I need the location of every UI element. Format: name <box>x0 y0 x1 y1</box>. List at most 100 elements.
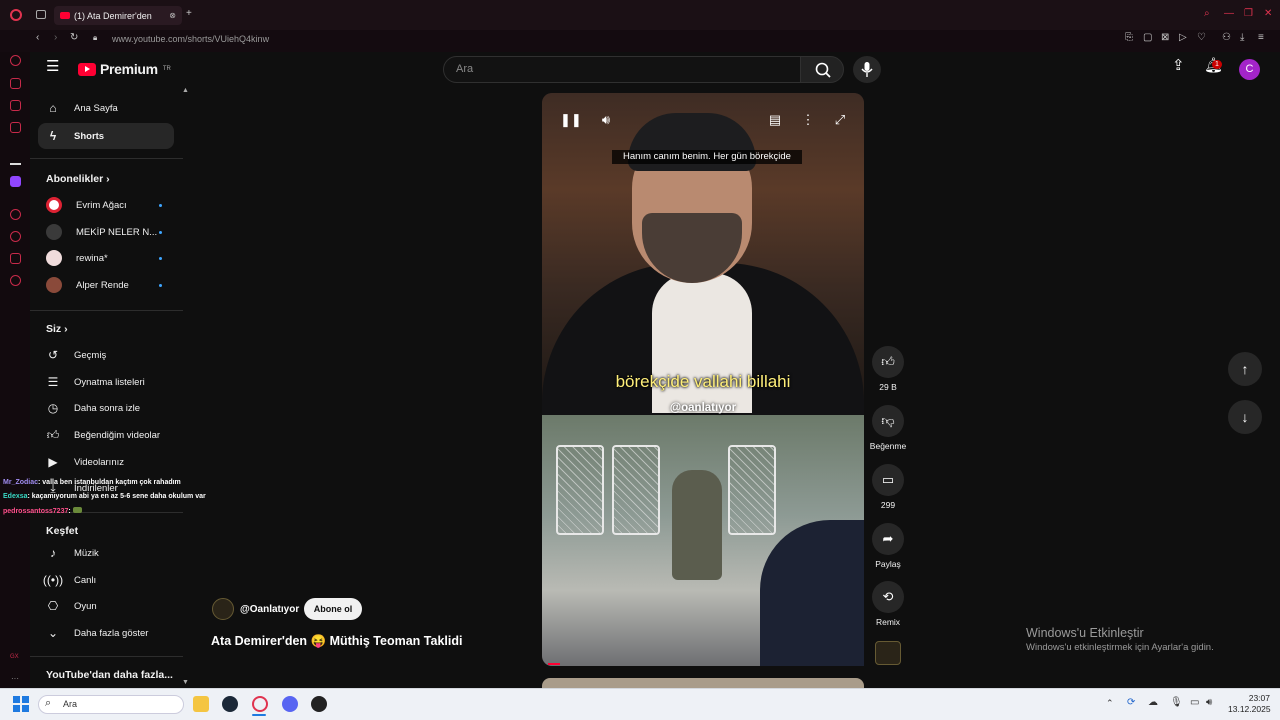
tab-search-icon[interactable]: ⌕ <box>1204 9 1210 19</box>
fullscreen-icon[interactable]: ⤢ <box>832 112 848 128</box>
sidebar-item-gaming[interactable]: ⎔ Oyun <box>38 593 174 619</box>
youtube-logo-icon <box>78 62 96 76</box>
chat-text: : <box>68 508 71 515</box>
sidebar-sub-rewina[interactable]: rewina* <box>38 245 174 271</box>
pause-icon[interactable]: ❚❚ <box>560 112 582 128</box>
thumbs-up-icon: 👍︎ <box>881 354 895 369</box>
next-short-preview[interactable] <box>542 678 864 688</box>
subscribe-button[interactable]: Abone ol <box>304 598 362 620</box>
opera-settings-icon[interactable] <box>10 275 21 286</box>
taskbar-search-input[interactable]: Ara <box>38 695 184 714</box>
adblock-icon[interactable]: ⊠ <box>1161 33 1169 43</box>
cloud-icon[interactable]: ☁ <box>1148 697 1158 708</box>
subscriptions-heading[interactable]: Abonelikler › <box>46 173 110 185</box>
minimize-icon[interactable]: — <box>1224 9 1234 19</box>
heart-icon[interactable]: ♡ <box>1197 33 1206 43</box>
display-icon[interactable]: ▭ <box>1190 697 1199 708</box>
sidebar-divider <box>30 310 183 311</box>
sidebar-item-playlists[interactable]: ☰ Oynatma listeleri <box>38 369 174 395</box>
opera-clock-icon[interactable] <box>10 231 21 242</box>
sidebar-item-liked-videos[interactable]: 👍︎ Beğendiğim videolar <box>38 422 174 448</box>
active-app-indicator <box>252 714 266 716</box>
forward-icon[interactable]: › <box>54 33 57 43</box>
remix-button[interactable]: ⟲ <box>872 581 904 613</box>
taskbar-clock[interactable]: 23:07 13.12.2025 <box>1228 693 1271 715</box>
account-icon[interactable]: ⚇ <box>1222 33 1231 43</box>
sidebar-item-home[interactable]: ⌂ Ana Sayfa <box>38 95 174 121</box>
opera-logo-icon[interactable] <box>10 9 22 21</box>
sidebar-item-music[interactable]: ♪ Müzik <box>38 540 174 566</box>
show-hidden-icons-icon[interactable]: ⌃ <box>1106 698 1114 709</box>
account-avatar[interactable]: C <box>1239 59 1260 80</box>
sidebar-item-history[interactable]: ↺ Geçmiş <box>38 342 174 368</box>
sidebar-scroll-up-icon[interactable]: ▲ <box>182 86 189 96</box>
discord-icon[interactable] <box>282 696 298 712</box>
opera-news-icon[interactable] <box>10 122 21 133</box>
volume-icon[interactable]: 🔊︎ <box>598 112 614 128</box>
sidebar-item-watch-later[interactable]: ◷ Daha sonra izle <box>38 395 174 421</box>
channel-name[interactable]: @Oanlatıyor <box>240 604 299 615</box>
search-input[interactable]: Ara <box>443 56 801 83</box>
twitch-icon[interactable] <box>10 176 21 187</box>
download-icon[interactable]: ⤓ <box>1240 33 1244 43</box>
sidebar-scroll-down-icon[interactable]: ▼ <box>182 678 189 688</box>
opera-messenger-icon[interactable] <box>10 100 21 111</box>
player-icon[interactable]: ▷ <box>1179 33 1187 43</box>
channel-avatar[interactable] <box>212 598 234 620</box>
url-field[interactable]: www.youtube.com/shorts/VUiehQ4kinw <box>112 34 269 44</box>
like-button[interactable]: 👍︎ <box>872 346 904 378</box>
opera-aria-icon[interactable] <box>10 154 21 165</box>
live-broadcast-icon: ((•)) <box>42 573 64 587</box>
sidebar-item-show-more[interactable]: ⌄ Daha fazla göster <box>38 620 174 646</box>
back-icon[interactable]: ‹ <box>36 33 39 43</box>
previous-short-button[interactable]: ↑ <box>1228 352 1262 386</box>
restore-icon[interactable]: ❐ <box>1244 9 1253 19</box>
next-short-button[interactable]: ↓ <box>1228 400 1262 434</box>
comments-button[interactable]: ▭ <box>872 464 904 496</box>
opera-wallet-icon[interactable] <box>10 78 21 89</box>
youtube-premium-logo[interactable]: Premium TR <box>78 61 171 77</box>
opera-gx-taskbar-icon[interactable] <box>252 696 268 712</box>
more-options-icon[interactable]: ⋮ <box>800 112 816 128</box>
opera-history-icon[interactable] <box>10 55 21 66</box>
sidebar-item-shorts[interactable]: ϟ Shorts <box>38 123 174 149</box>
sidebar-item-your-videos[interactable]: ▶ Videolarınız <box>38 449 174 475</box>
video-cafe-chair <box>728 445 776 535</box>
sidebar-sub-mekip[interactable]: MEKİP NELER N... <box>38 219 174 245</box>
opera-gx-icon[interactable]: GX <box>10 652 19 662</box>
opera-more-icon[interactable]: ··· <box>11 674 19 684</box>
sync-icon[interactable]: ⟳ <box>1127 697 1135 708</box>
browser-tab-active[interactable]: (1) Ata Demirer'den ⊗ <box>54 6 182 25</box>
opera-extensions-icon[interactable] <box>10 253 21 264</box>
share-button[interactable]: ➦ <box>872 523 904 555</box>
hamburger-menu-icon[interactable]: ☰ <box>46 59 59 74</box>
sidebar-item-live[interactable]: ((•)) Canlı <box>38 567 174 593</box>
snapshot-icon[interactable]: ⎘ <box>1125 33 1133 43</box>
close-window-icon[interactable]: ✕ <box>1264 9 1272 19</box>
video-progress-bar[interactable] <box>548 663 560 665</box>
tab-snap-icon[interactable]: ▢ <box>1143 33 1152 43</box>
menu-icon[interactable]: ≡ <box>1258 33 1264 43</box>
microphone-tray-icon[interactable]: 🎙︎ <box>1170 697 1183 708</box>
captions-icon[interactable]: ▤ <box>767 112 783 128</box>
voice-search-button[interactable] <box>853 56 881 83</box>
workspaces-icon[interactable] <box>36 10 46 19</box>
you-heading[interactable]: Siz › <box>46 323 68 335</box>
volume-tray-icon[interactable]: 🔊︎ <box>1206 697 1212 708</box>
reload-icon[interactable]: ↻ <box>70 33 78 43</box>
new-tab-icon[interactable]: + <box>186 9 192 19</box>
search-button[interactable] <box>800 56 844 83</box>
tab-close-icon[interactable]: ⊗ <box>169 11 176 20</box>
sound-thumbnail[interactable] <box>875 641 901 665</box>
sidebar-sub-evrim-agaci[interactable]: Evrim Ağacı <box>38 192 174 218</box>
sidebar-sub-alper-rende[interactable]: Alper Rende <box>38 272 174 298</box>
github-icon[interactable] <box>311 696 327 712</box>
file-explorer-icon[interactable] <box>193 696 209 712</box>
upload-icon[interactable]: ⇪ <box>1172 58 1185 73</box>
steam-icon[interactable] <box>222 696 238 712</box>
video-title: Ata Demirer'den 😝 Müthiş Teoman Taklidi <box>211 634 463 648</box>
opera-music-icon[interactable] <box>10 209 21 220</box>
windows-start-icon[interactable] <box>13 696 29 712</box>
dislike-button[interactable]: 👎︎ <box>872 405 904 437</box>
chat-text: : kaçamıyorum abi ya en az 5-6 sene daha… <box>27 493 206 500</box>
